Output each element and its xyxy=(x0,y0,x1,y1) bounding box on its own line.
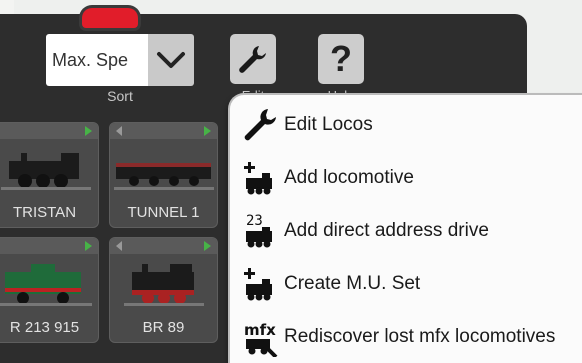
direction-arrow-left-icon xyxy=(116,241,122,251)
menu-item-add-direct-address-drive[interactable]: 23 Add direct address drive xyxy=(230,205,582,257)
locos-menu: Edit Locos Add locomotive 23 Add direct … xyxy=(230,95,582,363)
sort-value: Max. Spe xyxy=(46,34,148,86)
wrench-icon xyxy=(244,109,276,141)
sort-dropdown[interactable]: Max. Spe xyxy=(46,34,194,86)
loco-name: TUNNEL 1 xyxy=(127,204,200,221)
loco-name: TRISTAN xyxy=(12,204,77,221)
menu-item-edit-locos[interactable]: Edit Locos xyxy=(230,99,582,151)
loco-name: BR 89 xyxy=(142,319,185,336)
tile-tab xyxy=(0,123,98,139)
locomotive-image xyxy=(114,163,214,190)
locomotive-image xyxy=(1,153,91,190)
status-led xyxy=(82,8,138,28)
loco-tile-tunnel-1[interactable]: TUNNEL 1 xyxy=(109,122,218,228)
sort-dropdown-button[interactable] xyxy=(148,34,194,86)
wrench-icon xyxy=(239,46,266,73)
direction-arrow-icon xyxy=(85,241,92,251)
locomotive-image xyxy=(0,264,92,306)
loco-tile-br-89[interactable]: BR 89 xyxy=(109,237,218,343)
menu-item-label: Edit Locos xyxy=(284,114,373,135)
sort-label: Sort xyxy=(107,88,133,104)
tile-tab xyxy=(0,238,98,254)
direction-arrow-left-icon xyxy=(116,126,122,136)
help-button[interactable]: ? xyxy=(318,34,364,84)
mfx-icon: mfx xyxy=(244,321,278,357)
loco-tile-r-213-915[interactable]: R 213 915 xyxy=(0,237,99,343)
edit-button[interactable] xyxy=(230,34,276,84)
chevron-down-icon xyxy=(157,52,185,68)
menu-item-label: Add direct address drive xyxy=(284,220,489,241)
address-digits: 23 xyxy=(246,213,263,229)
menu-item-create-mu-set[interactable]: Create M.U. Set xyxy=(230,258,582,310)
add-loco-icon xyxy=(244,162,272,195)
direct-address-icon: 23 xyxy=(246,213,272,248)
direction-arrow-icon xyxy=(204,241,211,251)
direction-arrow-icon xyxy=(85,126,92,136)
menu-item-add-locomotive[interactable]: Add locomotive xyxy=(230,152,582,204)
help-icon: ? xyxy=(330,38,352,79)
menu-item-label: Rediscover lost mfx locomotives xyxy=(284,326,556,347)
menu-item-rediscover-mfx[interactable]: mfx Rediscover lost mfx locomotives xyxy=(230,311,582,363)
tile-tab xyxy=(110,123,217,139)
locomotive-image xyxy=(124,264,204,306)
loco-name: R 213 915 xyxy=(9,319,80,336)
menu-item-label: Create M.U. Set xyxy=(284,273,421,294)
tile-tab xyxy=(110,238,217,254)
direction-arrow-icon xyxy=(204,126,211,136)
mfx-text: mfx xyxy=(244,321,276,339)
mu-set-icon xyxy=(244,268,272,301)
loco-tile-tristan[interactable]: TRISTAN xyxy=(0,122,99,228)
menu-item-label: Add locomotive xyxy=(284,167,414,188)
